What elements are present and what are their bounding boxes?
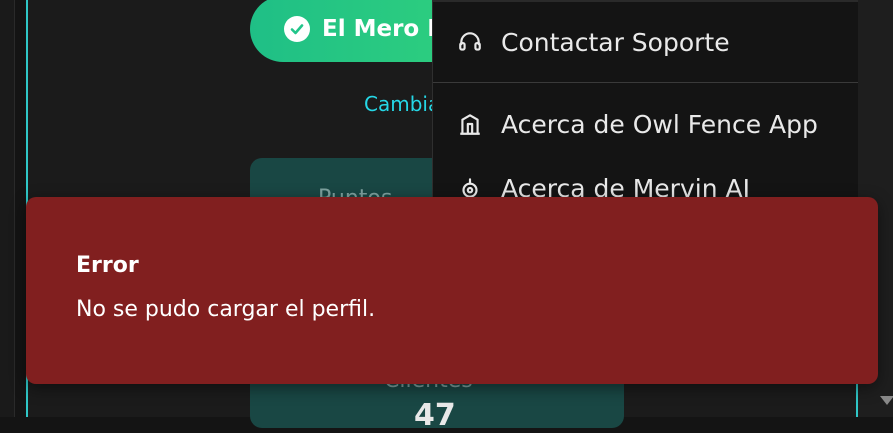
- verified-check-icon: [284, 16, 310, 42]
- menu-item-label: Contactar Soporte: [501, 27, 730, 57]
- dropdown-menu: Contactar Soporte Acerca de Owl Fence Ap…: [432, 0, 877, 205]
- menu-item-about-owl-fence[interactable]: Acerca de Owl Fence App: [433, 96, 877, 152]
- profile-name: El Mero M: [322, 16, 451, 42]
- resize-handle-icon[interactable]: [880, 396, 893, 405]
- toast-message: No se pudo cargar el perfil.: [76, 297, 376, 322]
- toast-title: Error: [76, 253, 139, 278]
- left-edge: [0, 0, 15, 417]
- menu-top-divider: [433, 0, 877, 2]
- building-icon: [457, 111, 483, 137]
- error-toast[interactable]: Error No se pudo cargar el perfil.: [26, 197, 878, 384]
- menu-divider: [433, 82, 877, 83]
- menu-item-contact-support[interactable]: Contactar Soporte: [433, 14, 877, 70]
- menu-item-label: Acerca de Owl Fence App: [501, 109, 818, 139]
- headset-icon: [457, 29, 483, 55]
- stats-bottom-value: 47: [414, 398, 456, 433]
